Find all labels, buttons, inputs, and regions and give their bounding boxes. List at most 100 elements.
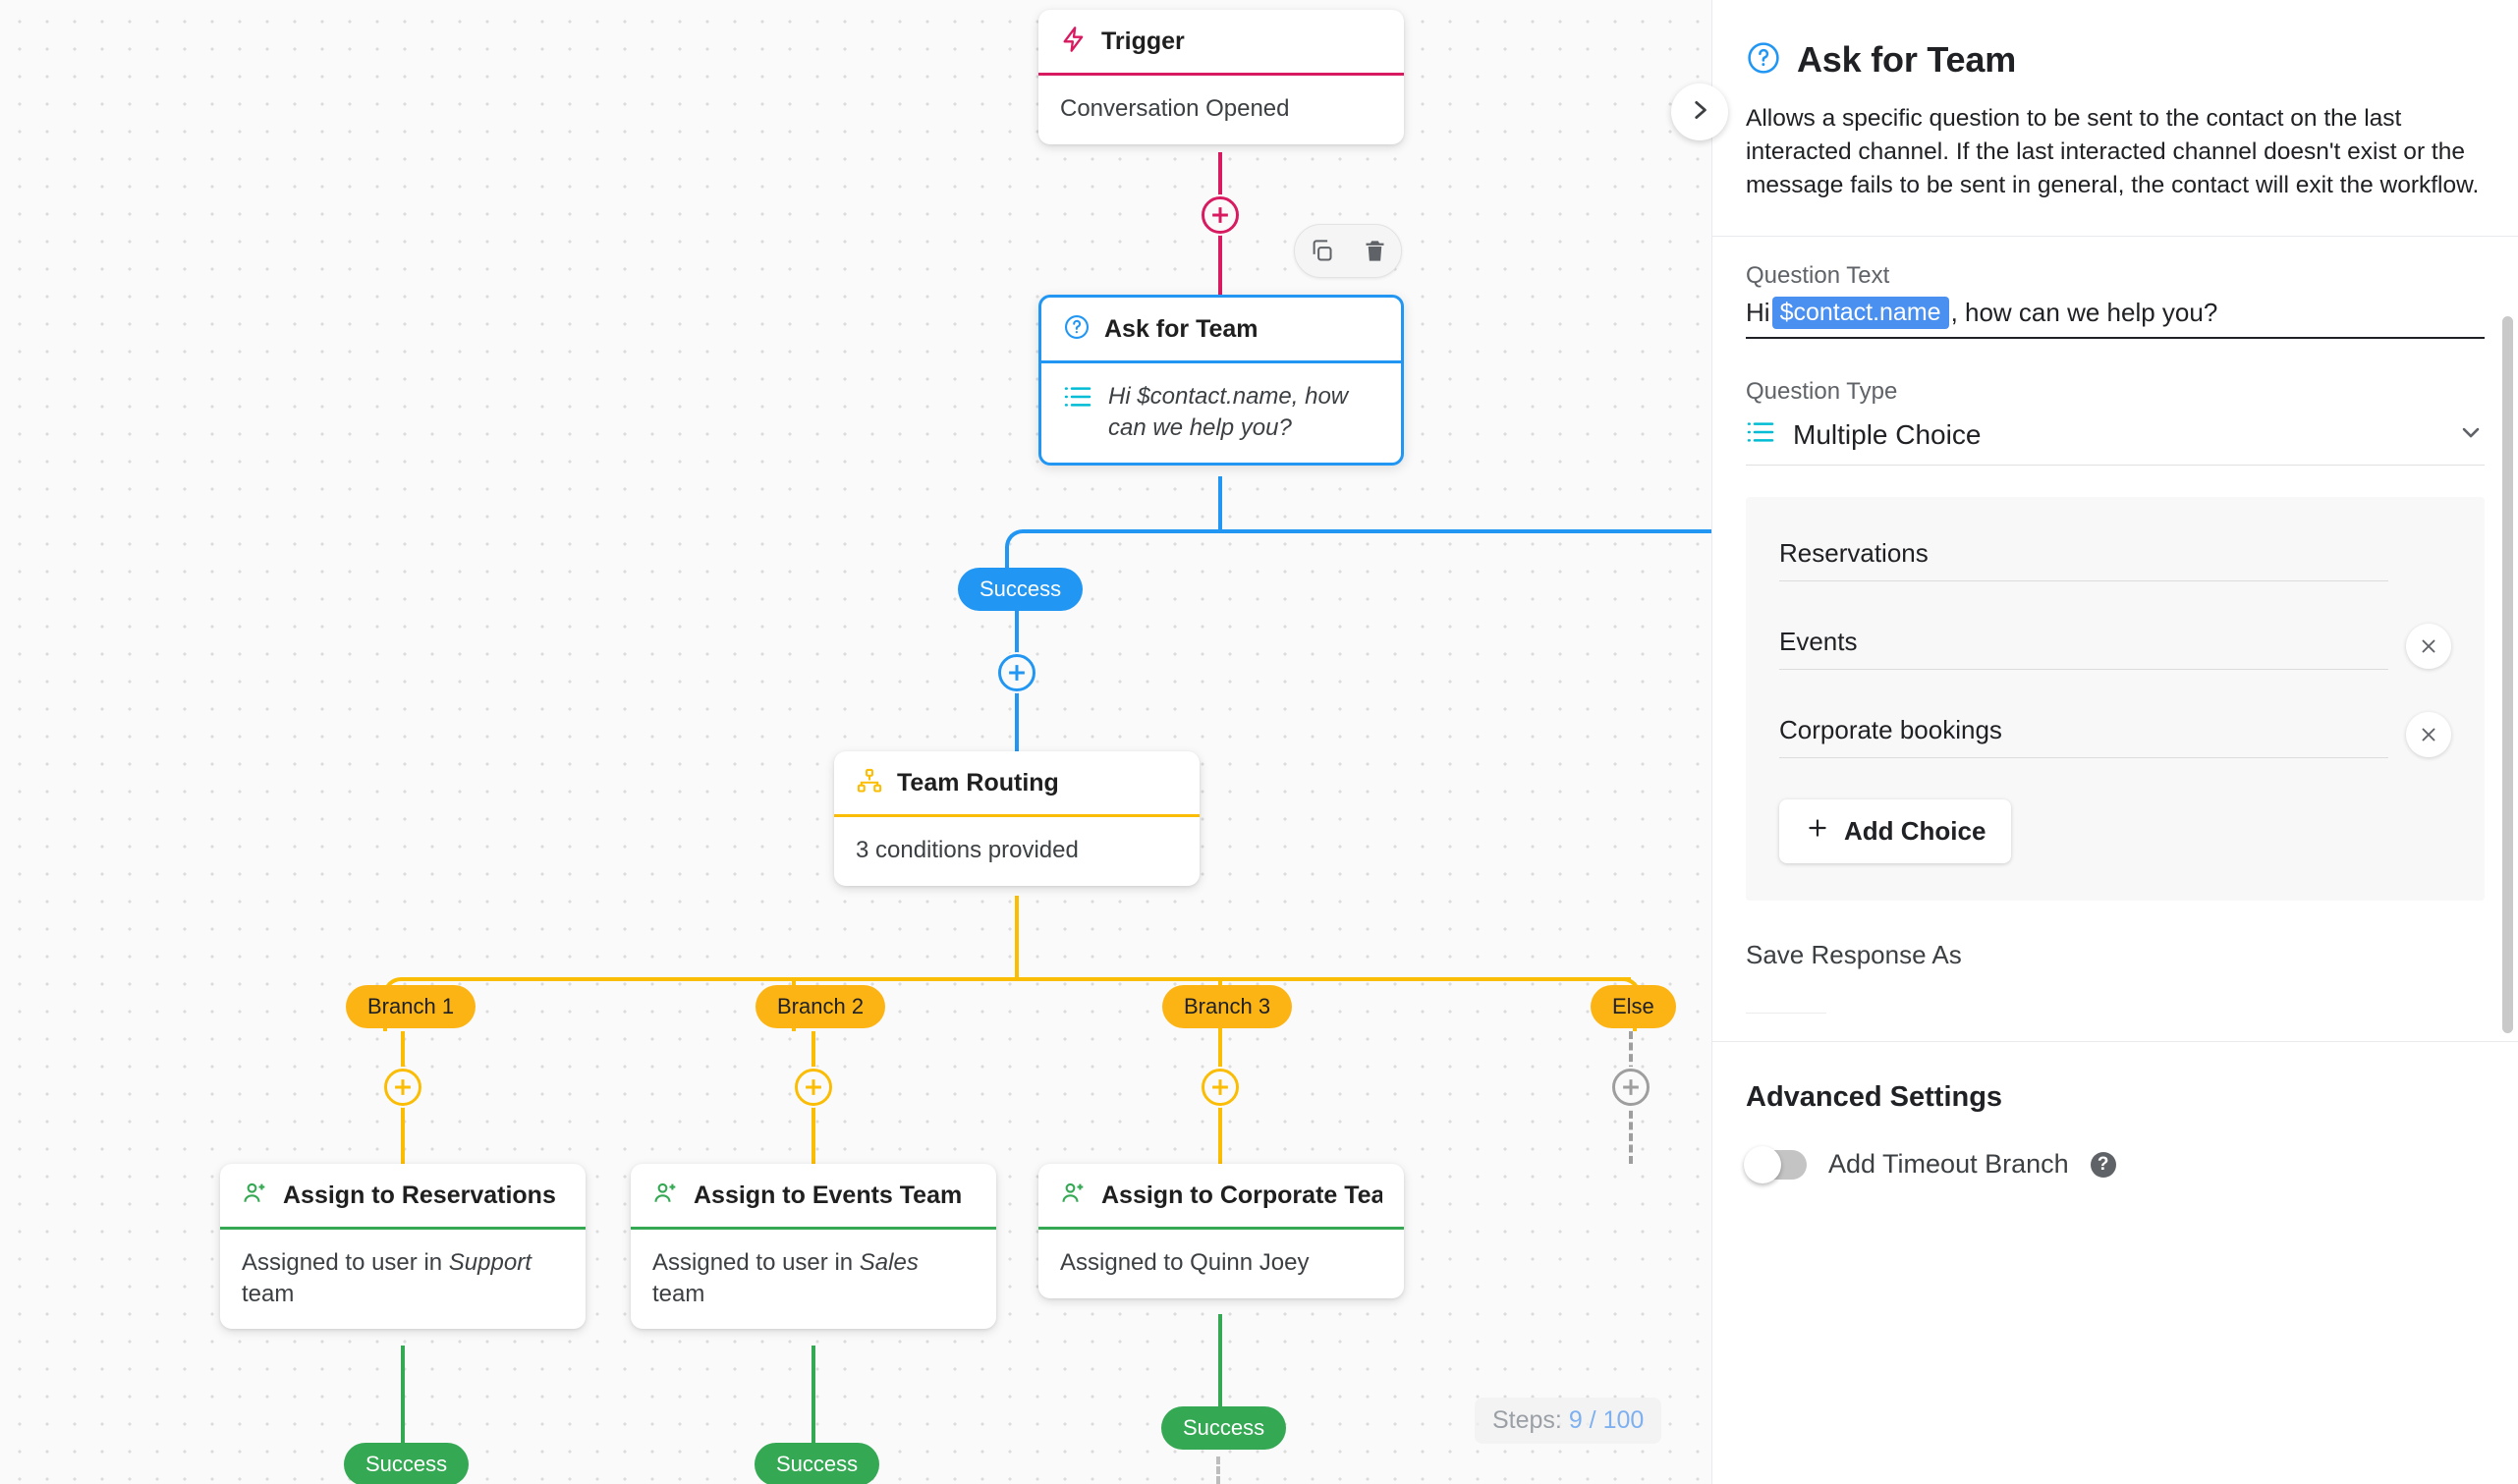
node-assign3-body: Assigned to Quinn Joey: [1038, 1230, 1404, 1298]
help-icon[interactable]: ?: [2090, 1151, 2116, 1178]
question-text-section: Question Text Hi $contact.name, how can …: [1712, 237, 2518, 340]
node-assign2-body: Assigned to user in Sales team: [631, 1230, 996, 1329]
node-assign-reservations[interactable]: Assign to Reservations ... Assigned to u…: [220, 1164, 586, 1330]
badge-branch-2[interactable]: Branch 2: [755, 985, 886, 1028]
add-step-branch-2[interactable]: [793, 1067, 834, 1108]
badge-branch-3[interactable]: Branch 3: [1162, 985, 1293, 1028]
edge-blue-bus: [1025, 529, 1711, 533]
node-assign1-title: Assign to Reservations ...: [283, 1182, 564, 1209]
node-routing-title: Team Routing: [897, 769, 1059, 797]
choice-remove-3[interactable]: [2406, 712, 2451, 758]
node-assign1-header: Assign to Reservations ...: [220, 1164, 586, 1227]
badge-success-corporate[interactable]: Success: [1161, 1406, 1287, 1450]
chevron-down-icon[interactable]: [2457, 418, 2485, 451]
node-hover-toolbar[interactable]: [1294, 224, 1402, 278]
choice-row: [1779, 711, 2451, 759]
edge-routing-down: [1015, 896, 1019, 979]
badge-success-events[interactable]: Success: [755, 1443, 880, 1484]
node-assign-events[interactable]: Assign to Events Team Assigned to user i…: [631, 1164, 996, 1330]
question-type-label: Question Type: [1746, 378, 1898, 406]
add-step-branch-1[interactable]: [382, 1067, 423, 1108]
question-text-input[interactable]: Hi $contact.name, how can we help you?: [1746, 297, 2485, 340]
person-add-icon: [242, 1180, 269, 1212]
save-response-label: Save Response As: [1746, 940, 1962, 970]
choices-section: Add Choice: [1746, 497, 2485, 902]
node-assign1-body-team: Support: [448, 1249, 532, 1276]
add-timeout-branch-toggle[interactable]: [1744, 1145, 1807, 1183]
node-team-routing[interactable]: Team Routing 3 conditions provided: [834, 751, 1200, 886]
badge-branch-else[interactable]: Else: [1591, 985, 1676, 1028]
node-assign-corporate[interactable]: Assign to Corporate Team Assigned to Qui…: [1038, 1164, 1404, 1298]
badge-branch-1[interactable]: Branch 1: [346, 985, 476, 1028]
badge-success-reservations[interactable]: Success: [344, 1443, 470, 1484]
question-type-section: Question Type Multiple Choice: [1712, 339, 2518, 467]
advanced-settings-title: Advanced Settings: [1746, 1081, 2003, 1114]
edge-assign1-to-success: [401, 1346, 405, 1454]
node-assign2-body-team: Sales: [859, 1249, 919, 1276]
chevron-right-icon: [1687, 97, 1712, 128]
step-settings-panel[interactable]: Ask for Team Allows a specific question …: [1711, 0, 2518, 1484]
steps-counter: Steps: 9 / 100: [1475, 1398, 1662, 1444]
add-choice-button[interactable]: Add Choice: [1779, 799, 2012, 864]
node-ask-header: Ask for Team: [1041, 298, 1401, 360]
add-step-after-success[interactable]: [996, 652, 1037, 693]
node-trigger[interactable]: Trigger Conversation Opened: [1038, 10, 1404, 144]
steps-counter-label: Steps:: [1492, 1406, 1562, 1434]
add-timeout-branch-label: Add Timeout Branch: [1828, 1149, 2069, 1180]
add-timeout-branch-row: Add Timeout Branch ?: [1744, 1145, 2485, 1183]
node-assign2-header: Assign to Events Team: [631, 1164, 996, 1227]
question-type-select[interactable]: Multiple Choice: [1746, 412, 2485, 467]
list-icon: [1063, 385, 1092, 417]
node-ask-for-team[interactable]: Ask for Team Hi $contact.name, how can w…: [1038, 295, 1404, 467]
node-assign1-body-suffix: team: [242, 1280, 295, 1307]
edge-blue-corner: [1005, 529, 1044, 569]
workflow-canvas[interactable]: Trigger Conversation Opened Ask for Team…: [0, 0, 1711, 1484]
question-circle-icon: [1063, 313, 1091, 346]
add-step-branch-3[interactable]: [1200, 1067, 1241, 1108]
steps-counter-value: 9 / 100: [1568, 1406, 1645, 1434]
add-step-branch-else[interactable]: [1610, 1067, 1651, 1108]
edge-assign3-to-success: [1218, 1314, 1222, 1412]
add-choice-label: Add Choice: [1844, 816, 1986, 847]
panel-collapse-toggle[interactable]: [1671, 83, 1728, 140]
edge-assign2-to-success: [811, 1346, 815, 1454]
choice-input-1[interactable]: [1779, 534, 2388, 582]
edge-ask-down: [1218, 476, 1222, 531]
node-ask-title: Ask for Team: [1104, 315, 1259, 343]
panel-title: Ask for Team: [1797, 39, 2017, 80]
person-add-icon: [1060, 1180, 1088, 1212]
contact-name-token[interactable]: $contact.name: [1771, 297, 1949, 330]
choice-input-3[interactable]: [1779, 711, 2388, 759]
node-ask-body: Hi $contact.name, how can we help you?: [1041, 363, 1401, 463]
node-assign2-body-suffix: team: [652, 1280, 705, 1307]
node-trigger-header: Trigger: [1038, 10, 1404, 73]
badge-success-after-ask[interactable]: Success: [958, 568, 1084, 611]
node-assign3-body-text: Assigned to Quinn Joey: [1060, 1249, 1310, 1276]
panel-description: Allows a specific question to be sent to…: [1746, 105, 2480, 199]
node-assign1-body-prefix: Assigned to user in: [242, 1249, 449, 1276]
edge-corporate-success-down: [1216, 1457, 1220, 1484]
question-type-value: Multiple Choice: [1793, 418, 1982, 450]
lightning-bolt-icon: [1060, 26, 1088, 58]
node-assign2-title: Assign to Events Team: [694, 1182, 963, 1209]
list-icon: [1746, 420, 1775, 449]
question-circle-icon: [1746, 40, 1781, 81]
node-trigger-title: Trigger: [1101, 27, 1185, 55]
choice-remove-2[interactable]: [2406, 624, 2451, 670]
node-assign1-body: Assigned to user in Support team: [220, 1230, 586, 1329]
sitemap-icon: [856, 767, 883, 799]
save-response-field[interactable]: [1746, 1004, 1826, 1015]
choice-input-2[interactable]: [1779, 623, 2388, 671]
trash-icon[interactable]: [1362, 238, 1388, 264]
copy-icon[interactable]: [1309, 238, 1335, 264]
choice-row: [1779, 623, 2451, 671]
question-text-prefix: Hi: [1746, 298, 1770, 328]
panel-scrollbar[interactable]: [2502, 316, 2513, 1033]
add-step-after-trigger[interactable]: [1200, 194, 1241, 236]
plus-icon: [1805, 815, 1830, 848]
node-routing-body: 3 conditions provided: [856, 837, 1079, 863]
advanced-settings-section: Advanced Settings Add Timeout Branch ?: [1712, 1081, 2518, 1183]
question-text-label: Question Text: [1746, 262, 1890, 290]
node-trigger-body: Conversation Opened: [1060, 95, 1290, 122]
node-assign3-title: Assign to Corporate Team: [1101, 1182, 1382, 1209]
